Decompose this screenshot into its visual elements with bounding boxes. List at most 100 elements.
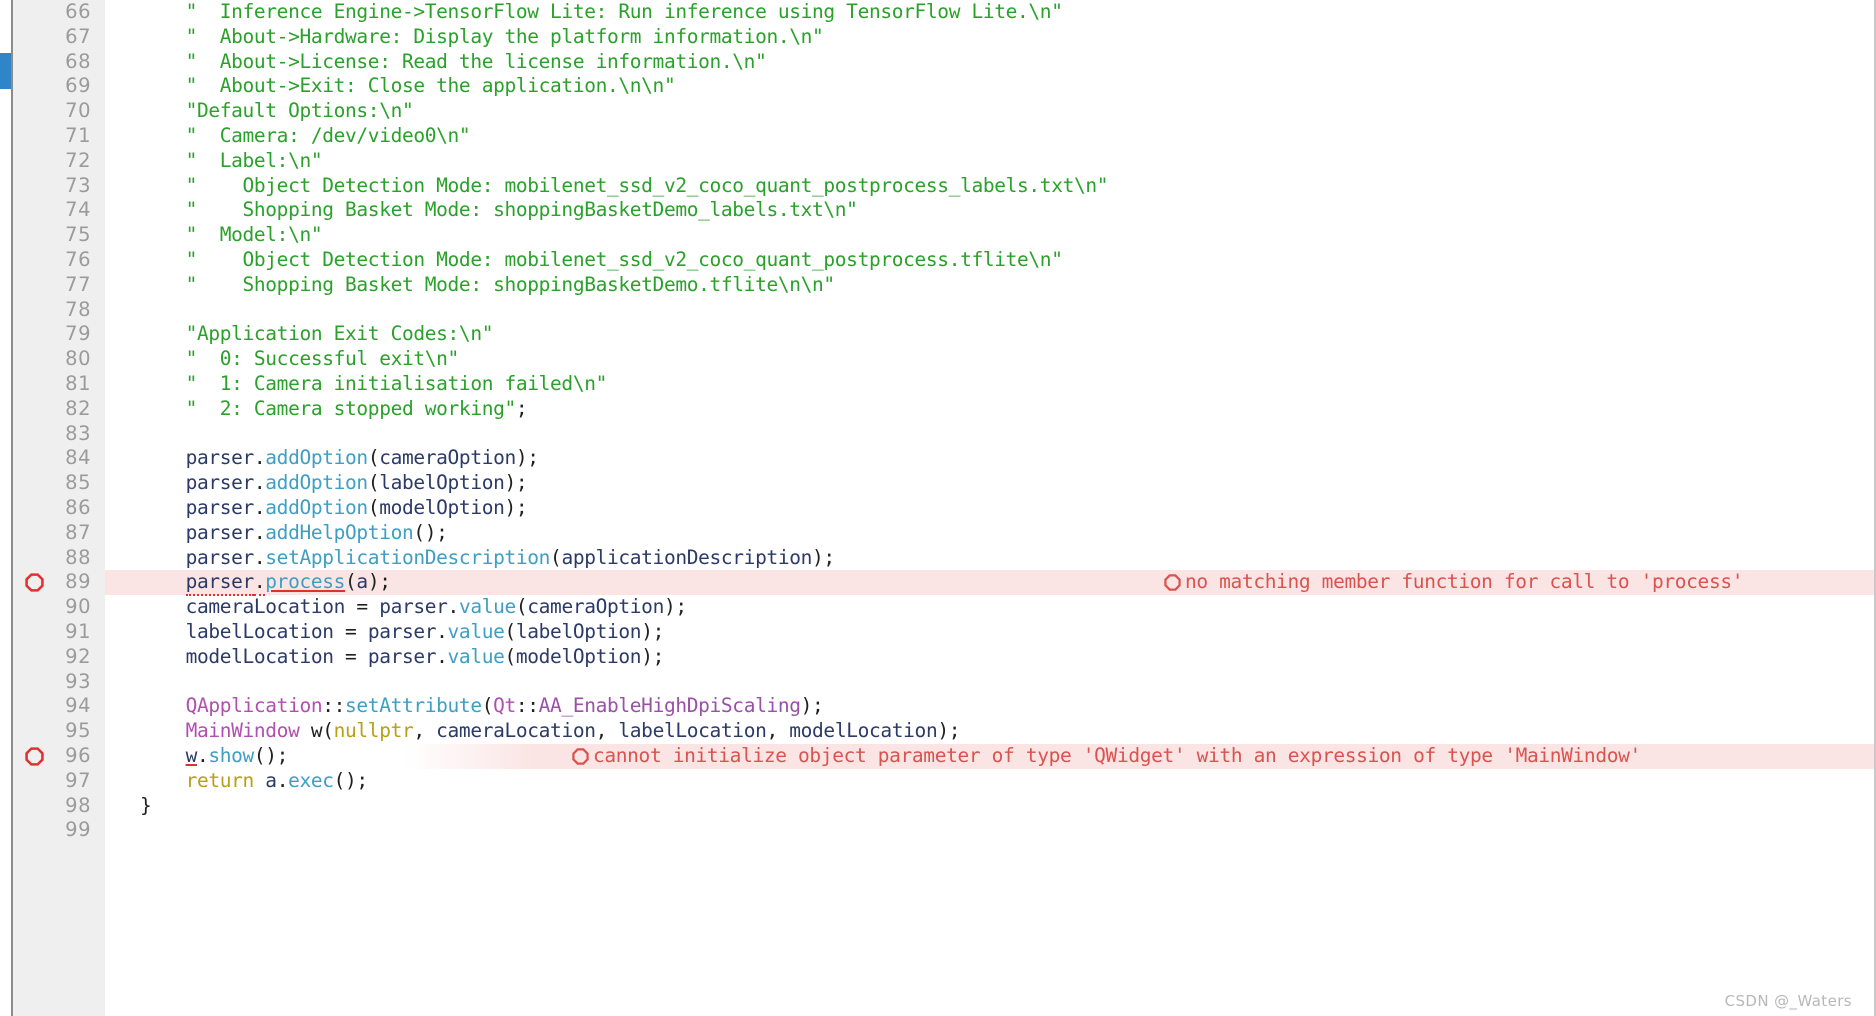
line-number: 91 (65, 620, 91, 643)
error-message-text: cannot initialize object parameter of ty… (593, 744, 1641, 767)
code-token: labelOption (379, 471, 505, 495)
code-line[interactable] (105, 422, 1874, 447)
code-line[interactable]: " Label:\n" (105, 149, 1874, 174)
code-token: ); (663, 595, 687, 619)
code-token: " Shopping Basket Mode: shoppingBasketDe… (185, 198, 858, 222)
code-line-text: "Application Exit Codes:\n" (105, 322, 494, 347)
code-line[interactable]: QApplication::setAttribute(Qt::AA_Enable… (105, 694, 1874, 719)
code-line[interactable]: MainWindow w(nullptr, cameraLocation, la… (105, 719, 1874, 744)
code-line[interactable]: modelLocation = parser.value(modelOption… (105, 645, 1874, 670)
code-token: (); (413, 520, 448, 544)
code-line[interactable]: " Model:\n" (105, 223, 1874, 248)
code-area[interactable]: " Inference Engine->TensorFlow Lite: Run… (105, 0, 1874, 1016)
code-token: "Application Exit Codes:\n" (185, 322, 494, 346)
line-number: 66 (65, 0, 91, 23)
code-line[interactable]: " Shopping Basket Mode: shoppingBasketDe… (105, 198, 1874, 223)
code-token: ); (641, 620, 664, 643)
code-line[interactable]: parser.addOption(modelOption); (105, 496, 1874, 521)
code-line[interactable] (105, 818, 1874, 843)
code-token: parser (367, 620, 437, 643)
code-line-text: QApplication::setAttribute(Qt::AA_Enable… (105, 694, 824, 719)
code-token: " About->License: Read the license infor… (185, 49, 767, 73)
line-number: 80 (65, 347, 91, 371)
line-number: 67 (65, 24, 91, 48)
code-line[interactable]: " Object Detection Mode: mobilenet_ssd_v… (105, 248, 1874, 273)
error-octagon-icon[interactable] (25, 747, 44, 766)
code-token: "Default Options:\n" (185, 99, 414, 123)
code-token: parser (185, 471, 255, 495)
code-line[interactable]: " Shopping Basket Mode: shoppingBasketDe… (105, 273, 1874, 298)
scroll-overview-strip[interactable] (0, 0, 11, 1016)
code-line[interactable]: return a.exec(); (105, 769, 1874, 794)
code-line[interactable]: " Inference Engine->TensorFlow Lite: Run… (105, 0, 1874, 25)
code-token: " 0: Successful exit\n" (185, 347, 460, 371)
code-token: nullptr (333, 719, 414, 743)
code-token: ( (481, 694, 494, 718)
code-line[interactable]: parser.setApplicationDescription(applica… (105, 546, 1874, 571)
line-number: 78 (65, 297, 91, 321)
code-line[interactable]: cameraLocation = parser.value(cameraOpti… (105, 595, 1874, 620)
line-number: 90 (65, 595, 91, 619)
code-token: labelLocation (185, 620, 334, 643)
code-line[interactable]: " 0: Successful exit\n" (105, 347, 1874, 372)
code-line[interactable] (105, 298, 1874, 323)
code-token: . (253, 570, 266, 597)
code-line-text: " Model:\n" (105, 223, 323, 248)
scroll-position-marker[interactable] (0, 53, 11, 89)
code-token: modelLocation (789, 719, 938, 743)
line-number-gutter[interactable]: 66 67 68 69 70 71 72 73 74 75 76 77 78 79 80 81 82 83 84 85… (11, 0, 105, 1016)
code-line[interactable]: "Application Exit Codes:\n" (105, 322, 1874, 347)
code-token: applicationDescription (561, 545, 813, 569)
code-line-text: MainWindow w(nullptr, cameraLocation, la… (105, 719, 961, 744)
code-token: , (413, 719, 437, 743)
code-token: , (766, 719, 790, 743)
line-number: 85 (65, 471, 91, 495)
error-octagon-icon[interactable] (25, 573, 44, 593)
line-number: 70 (65, 99, 91, 123)
code-line[interactable] (105, 670, 1874, 695)
code-line[interactable]: " About->Hardware: Display the platform … (105, 25, 1874, 50)
inline-error-annotation[interactable]: no matching member function for call to … (1164, 570, 1743, 595)
code-token: modelOption (379, 496, 505, 519)
code-line[interactable]: " Camera: /dev/video0\n" (105, 124, 1874, 149)
code-line[interactable]: } (105, 794, 1874, 819)
code-token: ( (515, 595, 528, 619)
code-line[interactable]: " About->Exit: Close the application.\n\… (105, 74, 1874, 99)
line-number: 87 (65, 520, 91, 544)
code-line-text: " Inference Engine->TensorFlow Lite: Run… (105, 0, 1063, 25)
code-line-text: "Default Options:\n" (105, 99, 414, 124)
error-octagon-icon (572, 747, 589, 765)
code-token: " Model:\n" (185, 223, 323, 247)
code-token: addHelpOption (265, 520, 414, 544)
code-line[interactable]: labelLocation = parser.value(labelOption… (105, 620, 1874, 645)
code-line[interactable]: " Object Detection Mode: mobilenet_ssd_v… (105, 174, 1874, 199)
line-number: 74 (65, 198, 91, 222)
code-token: setApplicationDescription (265, 545, 551, 569)
code-line[interactable]: " 1: Camera initialisation failed\n" (105, 372, 1874, 397)
code-line-text: " 0: Successful exit\n" (105, 347, 460, 372)
code-line-text: " Shopping Basket Mode: shoppingBasketDe… (105, 198, 858, 223)
code-token: . (447, 595, 460, 619)
line-number: 95 (65, 719, 91, 743)
line-number: 93 (65, 669, 91, 693)
code-line[interactable]: parser.addHelpOption(); (105, 521, 1874, 546)
code-line[interactable]: parser.addOption(cameraOption); (105, 446, 1874, 471)
code-token: w( (299, 719, 334, 743)
line-number: 71 (65, 124, 91, 147)
code-line[interactable]: "Default Options:\n" (105, 99, 1874, 124)
code-line[interactable]: " About->License: Read the license infor… (105, 50, 1874, 75)
code-token: " 1: Camera initialisation failed\n" (185, 372, 608, 395)
code-line[interactable]: parser.addOption(labelOption); (105, 471, 1874, 496)
code-token: QApplication (185, 694, 323, 718)
code-token: . (253, 446, 266, 470)
inline-error-annotation[interactable]: cannot initialize object parameter of ty… (572, 744, 1641, 769)
code-line[interactable]: " 2: Camera stopped working"; (105, 397, 1874, 422)
code-line-text: labelLocation = parser.value(labelOption… (105, 620, 665, 645)
